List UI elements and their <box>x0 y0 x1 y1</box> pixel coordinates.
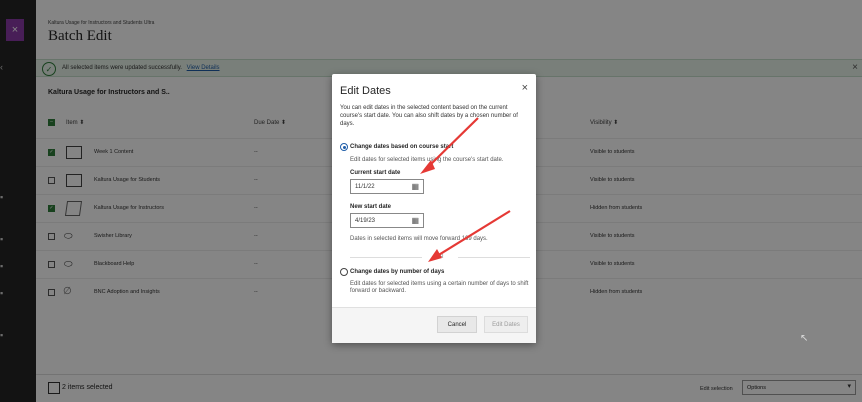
annotation-arrow-head <box>428 249 442 262</box>
annotation-arrow-line <box>427 117 479 168</box>
annotation-arrows <box>420 117 511 262</box>
annotation-arrow-line <box>436 210 511 257</box>
mouse-cursor-icon: ↖ <box>800 333 809 344</box>
